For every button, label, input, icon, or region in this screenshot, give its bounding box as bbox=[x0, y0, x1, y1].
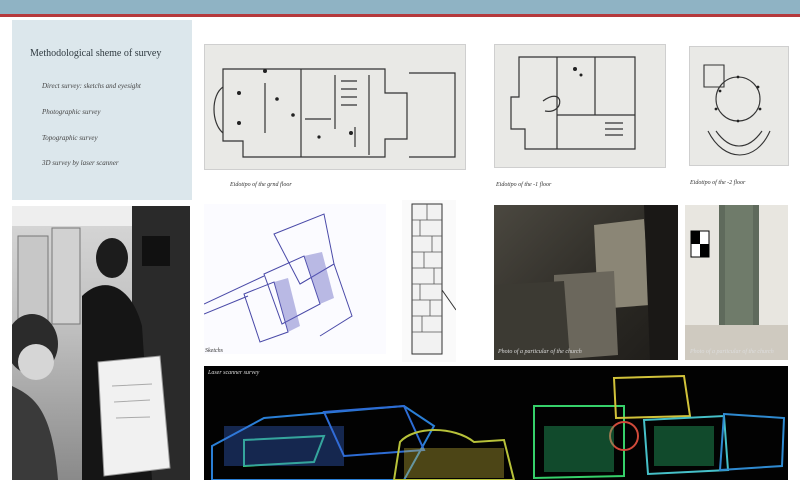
photo-caption: Photo of a particular of the church bbox=[690, 349, 774, 355]
plan-caption: Eidotipo of the -2 floor bbox=[690, 180, 746, 186]
method-item: Photographic survey bbox=[42, 108, 101, 116]
header-bar bbox=[0, 0, 800, 14]
method-item: Direct survey: sketchs and eyesight bbox=[42, 82, 141, 90]
sketch-caption: Sketchs bbox=[205, 348, 223, 354]
floor-plan-minus-1 bbox=[494, 44, 666, 168]
plan-caption: Eidotipo of the -1 floor bbox=[496, 182, 552, 188]
column-photo bbox=[685, 205, 788, 360]
header-accent-line bbox=[0, 14, 800, 17]
photo-surveyors bbox=[12, 206, 190, 480]
sketch-drawing bbox=[204, 204, 386, 354]
methodology-panel bbox=[12, 20, 192, 200]
floor-plan-minus-2 bbox=[689, 46, 789, 166]
method-item: 3D survey by laser scanner bbox=[42, 159, 119, 167]
photo-caption: Photo of a particular of the church bbox=[498, 349, 582, 355]
laser-caption: Laser scanner survey bbox=[208, 370, 260, 376]
method-item: Topographic survey bbox=[42, 134, 98, 142]
laser-scan-image: Laser scanner survey bbox=[204, 366, 788, 480]
church-detail-photo bbox=[494, 205, 678, 360]
wall-sketch bbox=[402, 200, 456, 362]
panel-title: Methodological sheme of survey bbox=[30, 48, 162, 59]
plan-caption: Eidotipo of the grnd floor bbox=[230, 182, 292, 188]
floor-plan-ground bbox=[204, 44, 466, 170]
